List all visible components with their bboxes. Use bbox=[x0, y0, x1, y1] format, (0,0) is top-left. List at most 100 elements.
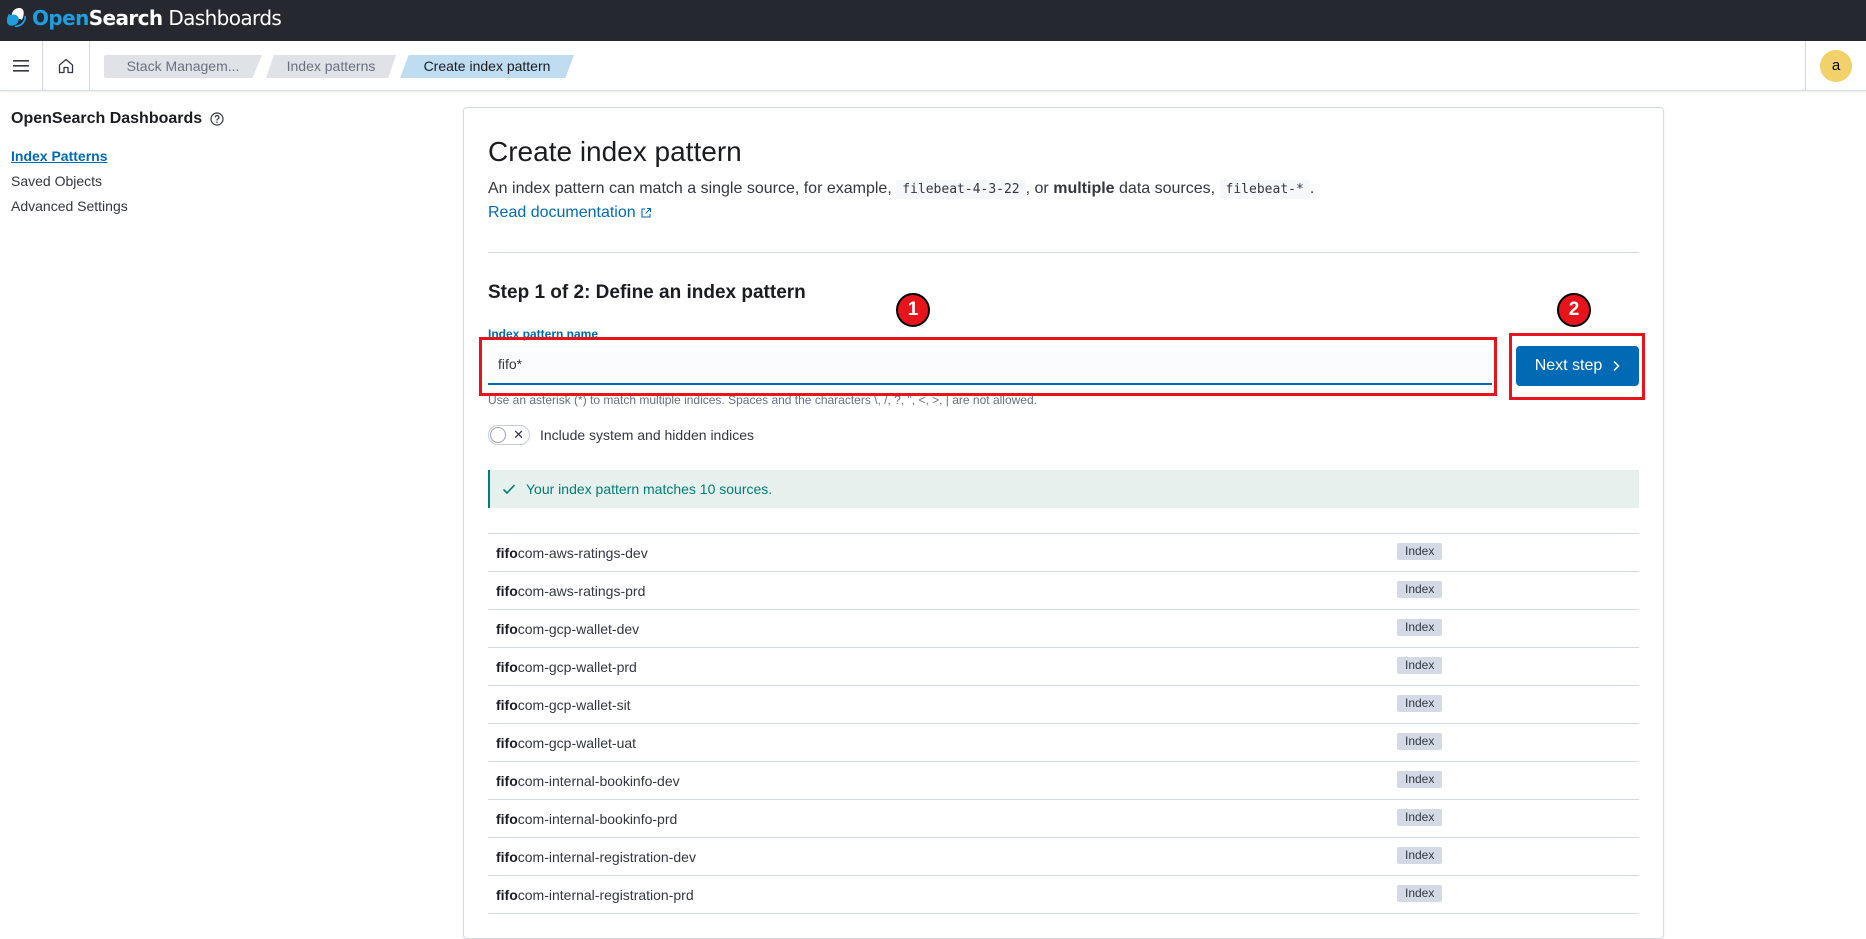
index-name: fifocom-aws-ratings-dev bbox=[496, 545, 648, 561]
table-row: fifocom-gcp-wallet-dev Index bbox=[488, 610, 1639, 648]
breadcrumb-create-index-pattern: Create index pattern bbox=[400, 55, 574, 78]
index-name-suffix: com-internal-bookinfo-prd bbox=[517, 810, 678, 827]
index-name: fifocom-internal-registration-prd bbox=[496, 887, 694, 903]
matching-indices-table: fifocom-aws-ratings-dev Index fifocom-aws… bbox=[488, 533, 1639, 914]
table-row: fifocom-internal-registration-dev Index bbox=[488, 838, 1639, 876]
description-text-2: , or bbox=[1025, 180, 1049, 197]
index-type-badge: Index bbox=[1397, 695, 1443, 712]
index-name: fifocom-internal-bookinfo-prd bbox=[496, 811, 677, 827]
sidebar-title-text: OpenSearch Dashboards bbox=[11, 110, 203, 127]
index-name: fifocom-internal-registration-dev bbox=[496, 849, 696, 865]
include-hidden-label: Include system and hidden indices bbox=[540, 427, 755, 443]
index-name-prefix: fifo bbox=[496, 772, 518, 789]
annotation-marker-2: 2 bbox=[1557, 293, 1591, 327]
index-name: fifocom-gcp-wallet-dev bbox=[496, 621, 639, 637]
index-type-badge: Index bbox=[1397, 543, 1443, 560]
index-name-prefix: fifo bbox=[496, 658, 518, 675]
match-success-callout: Your index pattern matches 10 sources. bbox=[488, 470, 1639, 508]
doc-link-label: Read documentation bbox=[488, 204, 636, 221]
menu-toggle-button[interactable] bbox=[0, 41, 43, 90]
description-text-4: . bbox=[1309, 180, 1315, 197]
index-type-badge: Index bbox=[1397, 809, 1443, 826]
index-name-suffix: com-internal-registration-prd bbox=[517, 886, 694, 903]
create-index-pattern-panel: Create index pattern An index pattern ca… bbox=[463, 107, 1664, 939]
index-name: fifocom-gcp-wallet-sit bbox=[496, 697, 631, 713]
user-menu: a bbox=[1805, 41, 1866, 90]
index-name-prefix: fifo bbox=[496, 848, 518, 865]
brand-dashboards: Dashboards bbox=[162, 6, 282, 30]
index-type-badge: Index bbox=[1397, 847, 1443, 864]
index-name-prefix: fifo bbox=[496, 696, 518, 713]
table-row: fifocom-aws-ratings-prd Index bbox=[488, 572, 1639, 610]
index-name-prefix: fifo bbox=[496, 734, 518, 751]
index-name-suffix: com-aws-ratings-dev bbox=[517, 544, 648, 561]
breadcrumb-index-patterns[interactable]: Index patterns bbox=[266, 55, 396, 78]
sidebar-title: OpenSearch Dashboards bbox=[11, 108, 431, 130]
include-hidden-toggle-row: ✕ Include system and hidden indices bbox=[488, 425, 754, 445]
brand-text: OpenSearch Dashboards bbox=[32, 3, 282, 33]
index-type-badge: Index bbox=[1397, 733, 1443, 750]
annotation-box-input bbox=[479, 337, 1497, 396]
page-description: An index pattern can match a single sour… bbox=[488, 179, 1314, 200]
page-title: Create index pattern bbox=[488, 136, 742, 167]
index-name-suffix: com-gcp-wallet-prd bbox=[517, 658, 637, 675]
home-button[interactable] bbox=[43, 41, 90, 90]
breadcrumb-bar: Stack Managem... Index patterns Create i… bbox=[0, 41, 1866, 91]
index-name: fifocom-aws-ratings-prd bbox=[496, 583, 645, 599]
description-text-3: data sources, bbox=[1119, 180, 1216, 197]
example-code-single: filebeat-4-3-22 bbox=[896, 180, 1026, 199]
table-row: fifocom-internal-registration-prd Index bbox=[488, 876, 1639, 914]
table-row: fifocom-aws-ratings-dev Index bbox=[488, 534, 1639, 572]
index-name-prefix: fifo bbox=[496, 886, 518, 903]
index-type-badge: Index bbox=[1397, 581, 1443, 598]
index-type-badge: Index bbox=[1397, 771, 1443, 788]
index-name-suffix: com-aws-ratings-prd bbox=[517, 582, 646, 599]
cross-icon: ✕ bbox=[513, 427, 524, 442]
external-link-icon bbox=[641, 207, 651, 218]
table-row: fifocom-gcp-wallet-prd Index bbox=[488, 648, 1639, 686]
index-name-suffix: com-internal-bookinfo-dev bbox=[517, 772, 680, 789]
hamburger-menu-icon bbox=[13, 59, 29, 72]
opensearch-logo-icon bbox=[6, 7, 27, 28]
index-name-prefix: fifo bbox=[496, 620, 518, 637]
index-name: fifocom-internal-bookinfo-dev bbox=[496, 773, 680, 789]
avatar[interactable]: a bbox=[1820, 49, 1852, 82]
brand-open: Open bbox=[32, 6, 89, 30]
index-type-badge: Index bbox=[1397, 657, 1443, 674]
index-type-badge: Index bbox=[1397, 885, 1443, 902]
description-bold: multiple bbox=[1053, 180, 1115, 197]
index-name: fifocom-gcp-wallet-uat bbox=[496, 735, 636, 751]
table-row: fifocom-gcp-wallet-sit Index bbox=[488, 686, 1639, 724]
home-icon bbox=[58, 58, 74, 73]
index-name: fifocom-gcp-wallet-prd bbox=[496, 659, 637, 675]
annotation-marker-1: 1 bbox=[896, 293, 930, 327]
index-name-suffix: com-gcp-wallet-sit bbox=[517, 696, 631, 713]
sidebar: OpenSearch Dashboards Index Patterns Sav… bbox=[11, 108, 431, 219]
divider bbox=[488, 252, 1639, 253]
table-row: fifocom-internal-bookinfo-prd Index bbox=[488, 800, 1639, 838]
breadcrumb-stack-management[interactable]: Stack Managem... bbox=[104, 55, 262, 78]
include-hidden-toggle[interactable]: ✕ bbox=[488, 425, 530, 445]
toggle-knob bbox=[490, 427, 506, 443]
index-name-suffix: com-internal-registration-dev bbox=[517, 848, 696, 865]
match-count-text: Your index pattern matches 10 sources. bbox=[526, 481, 773, 497]
index-name-suffix: com-gcp-wallet-dev bbox=[517, 620, 640, 637]
help-icon[interactable] bbox=[210, 112, 224, 126]
sidebar-item-saved-objects[interactable]: Saved Objects bbox=[11, 169, 431, 194]
table-row: fifocom-internal-bookinfo-dev Index bbox=[488, 762, 1639, 800]
sidebar-item-advanced-settings[interactable]: Advanced Settings bbox=[11, 194, 431, 219]
check-icon bbox=[502, 484, 516, 495]
annotation-box-next-button bbox=[1509, 333, 1645, 400]
read-documentation-link[interactable]: Read documentation bbox=[488, 204, 652, 222]
description-text-1: An index pattern can match a single sour… bbox=[488, 180, 892, 197]
index-name-prefix: fifo bbox=[496, 582, 518, 599]
example-code-multiple: filebeat-* bbox=[1219, 180, 1310, 199]
step-title: Step 1 of 2: Define an index pattern bbox=[488, 282, 806, 303]
index-name-suffix: com-gcp-wallet-uat bbox=[517, 734, 637, 751]
table-row: fifocom-gcp-wallet-uat Index bbox=[488, 724, 1639, 762]
sidebar-item-index-patterns[interactable]: Index Patterns bbox=[11, 144, 431, 169]
top-header-bar: OpenSearch Dashboards bbox=[0, 0, 1866, 41]
index-name-prefix: fifo bbox=[496, 810, 518, 827]
opensearch-logo[interactable]: OpenSearch Dashboards bbox=[6, 3, 282, 33]
brand-search: Search bbox=[88, 6, 163, 30]
